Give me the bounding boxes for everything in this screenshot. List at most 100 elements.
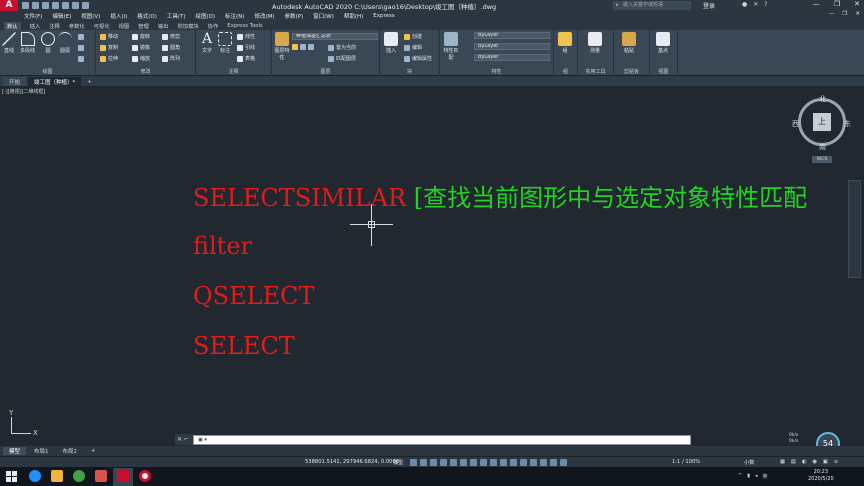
lineweight-icon[interactable]: [480, 459, 487, 466]
lock-ui-icon[interactable]: ▤: [791, 459, 796, 465]
fillet-button[interactable]: 圆角: [162, 44, 180, 51]
layers-panel-label[interactable]: 图层: [272, 68, 379, 75]
tab-collaborate[interactable]: 协作: [208, 22, 219, 30]
create-block-button[interactable]: 创建: [404, 33, 422, 40]
linetype-dropdown[interactable]: ByLayer: [474, 43, 550, 50]
close-icon[interactable]: ✕: [854, 0, 860, 8]
exchange-icon[interactable]: ✕: [753, 1, 758, 8]
viewcube[interactable]: 上 北 南 东 西 WCS: [792, 94, 852, 166]
utilities-panel-label[interactable]: 实用工具: [578, 68, 613, 75]
doc-restore-icon[interactable]: ❐: [842, 11, 847, 17]
edge-browser-icon[interactable]: [29, 470, 41, 482]
doc-minimize-icon[interactable]: —: [829, 11, 835, 17]
drawing-text-filter[interactable]: filter: [193, 232, 252, 260]
measure-button[interactable]: 测量: [588, 32, 602, 54]
menu-insert[interactable]: 插入(I): [110, 12, 127, 20]
ime-indicator[interactable]: 英: [762, 473, 767, 480]
ortho-icon[interactable]: [430, 459, 437, 466]
redo-icon[interactable]: [82, 2, 89, 9]
media-app-icon[interactable]: [95, 470, 107, 482]
tab-manage[interactable]: 管理: [138, 22, 149, 30]
menu-express[interactable]: Express: [373, 13, 394, 19]
transparency-icon[interactable]: [490, 459, 497, 466]
new-tab-button[interactable]: +: [83, 78, 96, 86]
volume-icon[interactable]: ◂: [755, 473, 758, 480]
gizmo-icon[interactable]: [540, 459, 547, 466]
line-button[interactable]: 直线: [2, 32, 16, 54]
selection-cycling-icon[interactable]: [500, 459, 507, 466]
model-space-toggle[interactable]: 模型: [393, 459, 403, 466]
edit-block-button[interactable]: 编辑: [404, 44, 422, 51]
tab-express-tools[interactable]: Express Tools: [227, 23, 262, 29]
tab-addins[interactable]: 附加模块: [177, 22, 198, 30]
hardware-acceleration-icon[interactable]: ◉: [812, 459, 817, 465]
windows-start-icon[interactable]: [6, 471, 17, 482]
polar-icon[interactable]: [440, 459, 447, 466]
minimize-icon[interactable]: —: [813, 0, 820, 8]
tab-layout1[interactable]: 布局1: [28, 447, 55, 455]
tab-output[interactable]: 输出: [158, 22, 169, 30]
menu-format[interactable]: 格式(O): [137, 12, 157, 20]
menu-edit[interactable]: 编辑(E): [52, 12, 71, 20]
wcs-menu[interactable]: WCS: [812, 156, 832, 163]
compass-west[interactable]: 西: [792, 119, 799, 129]
layer-freeze-icon[interactable]: [308, 44, 314, 50]
autocad-taskbar-icon[interactable]: [117, 470, 129, 482]
base-view-button[interactable]: 基点: [656, 32, 670, 54]
maximize-icon[interactable]: ❐: [834, 0, 840, 8]
menu-file[interactable]: 文件(F): [24, 12, 42, 20]
isolate-objects-icon[interactable]: ◐: [802, 459, 807, 465]
block-panel-label[interactable]: 块: [380, 68, 439, 75]
tab-model[interactable]: 模型: [3, 447, 27, 455]
edit-attribute-button[interactable]: 编辑属性: [404, 55, 432, 62]
leader-button[interactable]: 引线: [237, 44, 255, 51]
tab-drawing[interactable]: 竣工图（种植）*: [28, 77, 82, 86]
polyline-button[interactable]: 多段线: [20, 32, 35, 54]
mirror-button[interactable]: 镜像: [132, 44, 150, 51]
3d-osnap-icon[interactable]: [510, 459, 517, 466]
dimension-button[interactable]: 标注: [218, 32, 232, 54]
viewcube-top-face[interactable]: 上: [813, 113, 831, 131]
navigation-bar[interactable]: [848, 180, 861, 278]
match-properties-button[interactable]: 特性匹配: [443, 32, 459, 61]
view-panel-label[interactable]: 视图: [650, 68, 677, 75]
menu-modify[interactable]: 修改(M): [254, 12, 274, 20]
rotate-button[interactable]: 旋转: [132, 33, 150, 40]
menu-parametric[interactable]: 参数(P): [285, 12, 304, 20]
menu-draw[interactable]: 绘图(D): [196, 12, 216, 20]
copy-button[interactable]: 复制: [100, 44, 118, 51]
draw-extra-3[interactable]: [78, 56, 84, 62]
array-button[interactable]: 阵列: [162, 55, 180, 62]
draw-extra-1[interactable]: [78, 34, 84, 40]
undo-icon[interactable]: [72, 2, 79, 9]
match-layer-button[interactable]: 匹配图层: [328, 55, 356, 62]
taskbar-clock[interactable]: 20:23 2020/5/20: [808, 469, 834, 483]
clean-screen-icon[interactable]: ▣: [823, 459, 828, 465]
layer-dropdown[interactable]: 种植油墨汇总表: [292, 33, 378, 40]
text-button[interactable]: A 文字: [200, 32, 214, 54]
add-layout-button[interactable]: +: [85, 448, 102, 454]
browser-360-icon[interactable]: [73, 470, 85, 482]
object-snap-tracking-icon[interactable]: [460, 459, 467, 466]
tab-view[interactable]: 视图: [119, 22, 130, 30]
make-current-button[interactable]: 置为当前: [328, 44, 356, 51]
layer-state-icon[interactable]: [292, 44, 298, 50]
user-icon[interactable]: ●: [742, 1, 747, 8]
menu-window[interactable]: 窗口(W): [313, 12, 334, 20]
compass-south[interactable]: 南: [819, 142, 826, 152]
clipboard-panel-label[interactable]: 剪贴板: [614, 68, 649, 75]
draw-extra-2[interactable]: [78, 45, 84, 51]
tab-default[interactable]: 默认: [4, 21, 21, 30]
save-as-icon[interactable]: [52, 2, 59, 9]
help-icon[interactable]: ?: [764, 1, 767, 8]
annotation-visibility-icon[interactable]: [550, 459, 557, 466]
tab-layout2[interactable]: 布局2: [57, 447, 84, 455]
lineweight-dropdown[interactable]: ByLayer: [474, 54, 550, 61]
quick-properties-icon[interactable]: ▦: [780, 459, 785, 465]
selection-filter-icon[interactable]: [530, 459, 537, 466]
annotation-panel-label[interactable]: 注释: [196, 68, 271, 75]
plot-icon[interactable]: [62, 2, 69, 9]
tab-parametric[interactable]: 参数化: [69, 22, 85, 30]
trim-button[interactable]: 修剪: [162, 33, 180, 40]
open-icon[interactable]: [32, 2, 39, 9]
